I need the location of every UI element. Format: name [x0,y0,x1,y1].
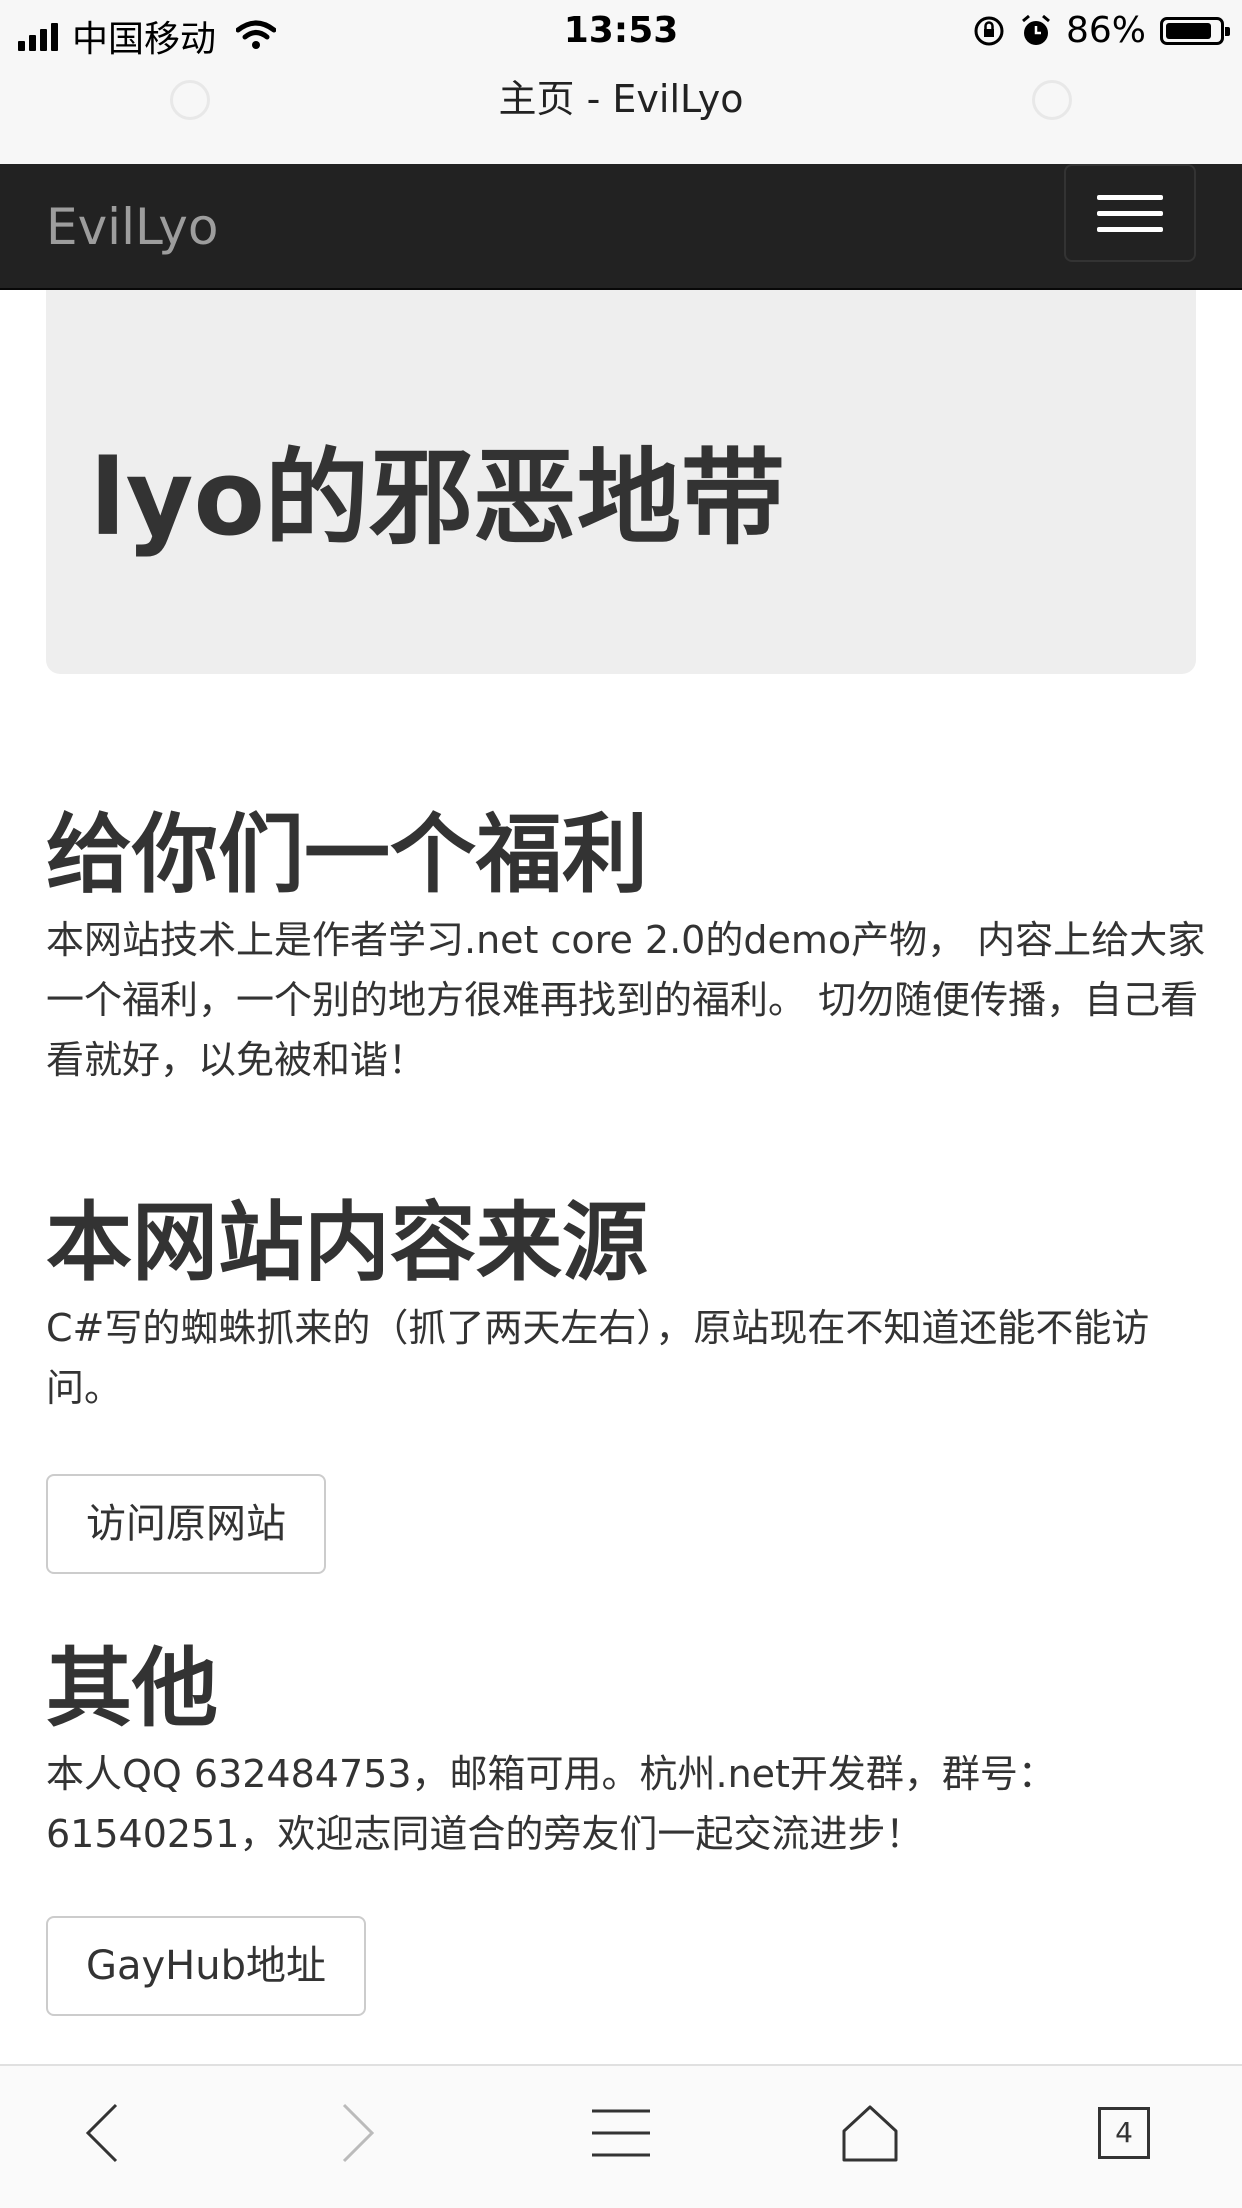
jumbotron: lyo的邪恶地带 [46,290,1196,674]
section-text: 本人QQ 632484753，邮箱可用。杭州.net开发群，群号：6154025… [46,1752,1056,1856]
gayhub-link-button[interactable]: GayHub地址 [46,1916,366,2016]
section-other: 其他 本人QQ 632484753，邮箱可用。杭州.net开发群，群号：6154… [46,1634,1206,1864]
chevron-right-icon [342,2103,375,2163]
back-button[interactable] [62,2098,142,2168]
navbar-toggle-button[interactable] [1064,164,1196,262]
alarm-icon [1022,14,1050,45]
menu-icon [592,2109,650,2157]
tab-count: 4 [1098,2107,1150,2159]
section-heading: 其他 [46,1639,218,1739]
section-text: C#写的蜘蛛抓来的（抓了两天左右），原站现在不知道还能不能访问。 [46,1306,1150,1410]
section-welfare: 给你们一个福利 本网站技术上是作者学习.net core 2.0的demo产物，… [46,800,1206,1090]
home-button[interactable] [830,2098,910,2168]
home-icon [842,2105,898,2162]
battery-icon [1160,16,1230,45]
navbar-brand[interactable]: EvilLyo [46,164,218,290]
rotation-lock-icon [974,16,1004,45]
hamburger-bar [1097,226,1163,232]
battery-fill [1166,22,1211,39]
hamburger-bar [1097,210,1163,216]
browser-title-bar: 主页 - EvilLyo [0,64,1242,164]
section-text: 本网站技术上是作者学习.net core 2.0的demo产物， 内容上给大家一… [46,918,1206,1082]
refresh-icon[interactable] [1032,80,1072,120]
status-bar: 中国移动 13:53 86% [0,0,1242,64]
hamburger-menu-icon [1097,194,1163,200]
globe-icon[interactable] [170,80,210,120]
tabs-button[interactable]: 4 [1084,2098,1164,2168]
jumbotron-title: lyo的邪恶地带 [90,437,785,559]
browser-toolbar: 4 [0,2064,1242,2208]
chevron-left-icon [85,2103,118,2163]
section-heading: 给你们一个福利 [46,805,648,905]
forward-button[interactable] [318,2098,398,2168]
menu-button[interactable] [581,2098,661,2168]
status-bar-right: 86% [972,10,1230,51]
page-title: 主页 - EvilLyo [498,77,744,121]
visit-original-site-button[interactable]: 访问原网站 [46,1474,326,1574]
site-navbar: EvilLyo [0,164,1242,290]
battery-percent: 86% [1065,10,1146,51]
section-heading: 本网站内容来源 [46,1193,648,1293]
section-source: 本网站内容来源 C#写的蜘蛛抓来的（抓了两天左右），原站现在不知道还能不能访问。 [46,1188,1206,1418]
